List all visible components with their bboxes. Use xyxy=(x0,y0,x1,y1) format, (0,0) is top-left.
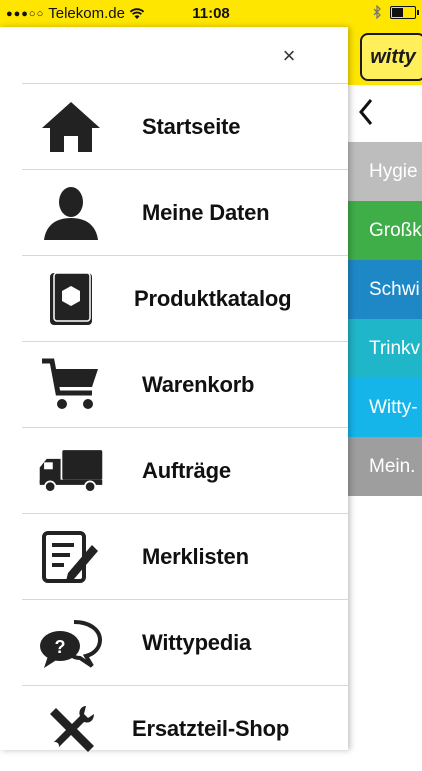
close-icon[interactable]: × xyxy=(279,45,299,67)
clock: 11:08 xyxy=(192,5,230,22)
svg-text:?: ? xyxy=(55,637,66,657)
category-tile[interactable]: Schwi xyxy=(348,260,422,319)
menu-item-label: Merklisten xyxy=(142,543,249,569)
notepad-pen-icon xyxy=(38,524,104,590)
menu-item-meine-daten[interactable]: Meine Daten xyxy=(22,169,348,255)
tools-icon xyxy=(38,696,104,762)
battery-icon xyxy=(390,5,419,19)
cart-icon xyxy=(38,352,104,418)
menu-item-label: Ersatzteil-Shop xyxy=(132,715,290,741)
menu-item-label: Aufträge xyxy=(142,457,231,483)
category-tile[interactable]: Witty- xyxy=(348,378,422,437)
menu-item-merklisten[interactable]: Merklisten xyxy=(22,513,348,599)
menu-item-label: Wittypedia xyxy=(142,629,252,655)
category-tile[interactable]: Mein. xyxy=(348,437,422,496)
menu-item-wittypedia[interactable]: ? Wittypedia xyxy=(22,599,348,685)
navigation-drawer: × Startseite Meine Daten Produktkatalog … xyxy=(0,27,348,752)
back-chevron-icon[interactable] xyxy=(356,97,376,127)
app-header: witty xyxy=(348,27,422,85)
bluetooth-icon xyxy=(373,5,381,19)
category-tile[interactable]: Hygie xyxy=(348,142,422,201)
menu-item-label: Startseite xyxy=(142,113,241,139)
home-icon xyxy=(38,94,104,160)
menu-item-ersatzteil-shop[interactable]: Ersatzteil-Shop xyxy=(22,685,348,771)
menu-item-label: Produktkatalog xyxy=(134,285,292,311)
category-tile[interactable]: Trinkv xyxy=(348,319,422,378)
menu-item-label: Meine Daten xyxy=(142,199,270,225)
main-screen-peek: witty Hygie Großk Schwi Trinkv Witty- Me… xyxy=(348,27,422,750)
status-bar: ●●●○○ Telekom.de 11:08 xyxy=(0,0,422,27)
speech-bubbles-icon: ? xyxy=(38,610,104,676)
witty-logo: witty xyxy=(360,33,422,81)
menu-item-produktkatalog[interactable]: Produktkatalog xyxy=(22,255,348,341)
category-tile[interactable]: Großk xyxy=(348,201,422,260)
menu-item-startseite[interactable]: Startseite xyxy=(22,83,348,169)
catalog-icon xyxy=(38,266,104,332)
drawer-menu: Startseite Meine Daten Produktkatalog Wa… xyxy=(22,83,348,771)
truck-icon xyxy=(38,438,104,504)
status-right xyxy=(373,5,419,19)
menu-item-label: Warenkorb xyxy=(142,371,255,397)
menu-item-warenkorb[interactable]: Warenkorb xyxy=(22,341,348,427)
menu-item-auftraege[interactable]: Aufträge xyxy=(22,427,348,513)
user-icon xyxy=(38,180,104,246)
